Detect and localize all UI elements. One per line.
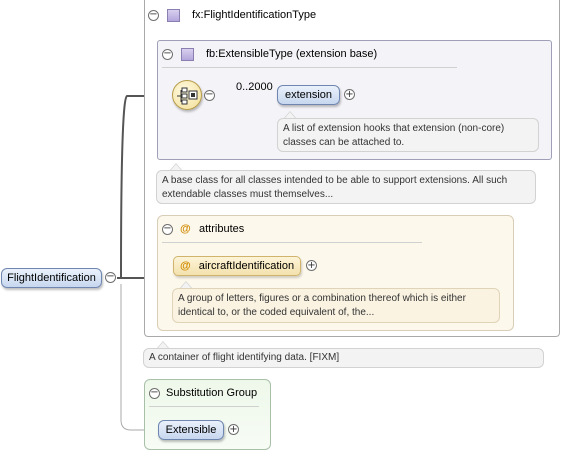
collapse-icon[interactable]: − <box>148 10 159 21</box>
cardinality-label: 0..2000 <box>236 81 273 93</box>
extension-base-label: fb:ExtensibleType (extension base) <box>206 48 378 60</box>
expand-icon[interactable]: + <box>306 260 317 271</box>
note-pointer <box>157 341 169 348</box>
attribute-icon: @ <box>180 223 191 235</box>
collapse-icon[interactable]: − <box>162 224 173 235</box>
note-pointer <box>170 163 182 170</box>
extension-element[interactable]: extension <box>277 85 340 105</box>
divider <box>149 406 259 407</box>
complex-type-icon <box>181 48 194 61</box>
attribute-label: aircraftIdentification <box>198 260 295 272</box>
sequence-compositor-icon <box>172 80 202 110</box>
expand-icon[interactable]: + <box>344 89 355 100</box>
collapse-icon[interactable]: − <box>105 272 116 283</box>
flight-identification-note: A container of flight identifying data. … <box>143 348 544 368</box>
divider <box>162 67 457 68</box>
substitution-group-label: Substitution Group <box>166 387 258 399</box>
note-pointer <box>180 281 192 288</box>
flight-identification-element[interactable]: FlightIdentification <box>1 268 102 288</box>
collapse-icon[interactable]: − <box>162 49 173 60</box>
extensible-type-note: A base class for all classes intended to… <box>156 170 536 204</box>
collapse-icon[interactable]: − <box>204 90 215 101</box>
divider <box>162 242 422 243</box>
extension-note: A list of extension hooks that extension… <box>277 118 539 152</box>
expand-icon[interactable]: + <box>228 424 239 435</box>
type-label: fx:FlightIdentificationType <box>192 9 317 21</box>
complex-type-icon <box>167 9 180 22</box>
note-pointer <box>284 111 296 118</box>
extensible-element[interactable]: Extensible <box>158 420 224 440</box>
collapse-icon[interactable]: − <box>149 388 160 399</box>
attribute-icon: @ <box>180 260 191 272</box>
aircraft-identification-attribute[interactable]: @ aircraftIdentification <box>173 256 301 276</box>
attributes-label: attributes <box>199 223 245 235</box>
aircraft-identification-note: A group of letters, figures or a combina… <box>172 288 500 323</box>
